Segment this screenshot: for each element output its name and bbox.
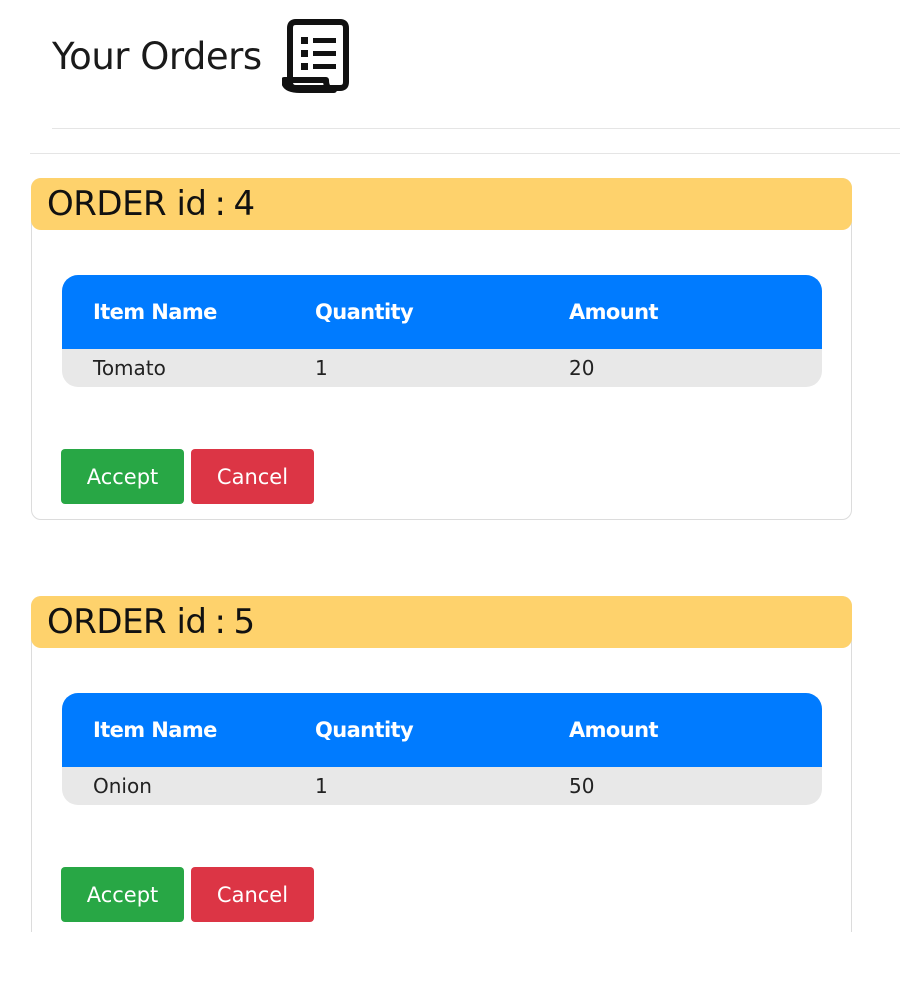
order-id-value: 4 (233, 184, 255, 224)
table-header-row: Item Name Quantity Amount (62, 275, 822, 349)
order-items-table: Item Name Quantity Amount Tomato 1 20 (62, 275, 822, 387)
cell-amount: 50 (569, 774, 595, 798)
order-items-table: Item Name Quantity Amount Onion 1 50 (62, 693, 822, 805)
cell-item-name: Onion (93, 774, 152, 798)
column-header-amount: Amount (569, 300, 659, 324)
order-header: ORDER id:4 (31, 178, 852, 230)
cancel-button[interactable]: Cancel (191, 867, 314, 922)
cell-item-name: Tomato (93, 356, 166, 380)
receipt-list-icon (281, 19, 349, 93)
accept-button[interactable]: Accept (61, 449, 184, 504)
accept-button[interactable]: Accept (61, 867, 184, 922)
cell-quantity: 1 (315, 774, 328, 798)
cell-quantity: 1 (315, 356, 328, 380)
cancel-button[interactable]: Cancel (191, 449, 314, 504)
order-id-label: ORDER id:4 (47, 184, 255, 224)
table-row: Tomato 1 20 (62, 349, 822, 387)
column-header-amount: Amount (569, 718, 659, 742)
order-card: ORDER id:4 Item Name Quantity Amount Tom… (31, 178, 852, 520)
table-header-row: Item Name Quantity Amount (62, 693, 822, 767)
order-id-value: 5 (233, 602, 255, 642)
page-header: Your Orders (52, 14, 352, 98)
section-divider (30, 153, 900, 154)
table-row: Onion 1 50 (62, 767, 822, 805)
column-header-item-name: Item Name (93, 300, 217, 324)
order-card: ORDER id:5 Item Name Quantity Amount Oni… (31, 596, 852, 932)
order-header: ORDER id:5 (31, 596, 852, 648)
column-header-quantity: Quantity (315, 300, 414, 324)
column-header-quantity: Quantity (315, 718, 414, 742)
cell-amount: 20 (569, 356, 595, 380)
column-header-item-name: Item Name (93, 718, 217, 742)
order-id-label: ORDER id:5 (47, 602, 255, 642)
header-divider (52, 128, 900, 129)
page-title: Your Orders (52, 34, 262, 78)
